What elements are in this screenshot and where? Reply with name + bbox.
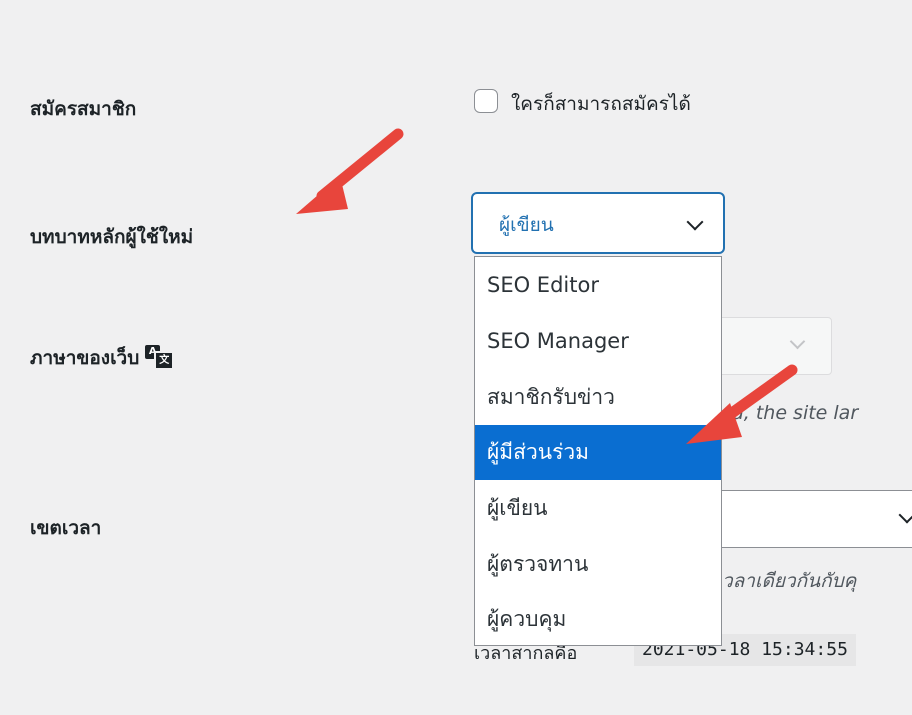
role-option-author[interactable]: ผู้เขียน xyxy=(475,481,721,536)
membership-label: สมัครสมาชิก xyxy=(30,98,137,120)
site-language-label-row: ภาษาของเว็บ A 文 xyxy=(30,343,175,373)
timezone-label: เขตเวลา xyxy=(30,517,102,539)
new-user-role-selected-value: ผู้เขียน xyxy=(499,214,554,236)
site-language-description: ed, the site lar xyxy=(720,402,859,424)
role-option-subscriber[interactable]: สมาชิกรับข่าว xyxy=(475,370,721,425)
translate-icon: A文 xyxy=(145,345,175,370)
role-option-administrator[interactable]: ผู้ควบคุม xyxy=(475,592,721,645)
chevron-down-icon xyxy=(686,213,704,231)
new-user-role-select[interactable]: ผู้เขียน xyxy=(472,193,724,253)
role-option-editor[interactable]: ผู้ตรวจทาน xyxy=(475,537,721,592)
red-pointer-arrow xyxy=(296,128,404,214)
chevron-down-icon xyxy=(898,506,912,524)
role-option-seo-manager[interactable]: SEO Manager xyxy=(475,314,721,369)
site-language-label: ภาษาของเว็บ xyxy=(30,347,140,369)
role-option-contributor[interactable]: ผู้มีส่วนร่วม xyxy=(475,425,721,480)
chevron-down-icon xyxy=(789,333,806,350)
new-user-role-label: บทบาทหลักผู้ใช้ใหม่ xyxy=(30,226,194,248)
timezone-select[interactable] xyxy=(700,490,912,548)
role-option-seo-editor[interactable]: SEO Editor xyxy=(475,258,721,313)
membership-checkbox-label[interactable]: ใครก็สามารถสมัครได้ xyxy=(511,89,691,119)
role-dropdown-list: SEO Editor SEO Manager สมาชิกรับข่าว ผู้… xyxy=(474,256,722,646)
membership-checkbox[interactable] xyxy=(474,89,498,113)
settings-panel: สมัครสมาชิก บทบาทหลักผู้ใช้ใหม่ ภาษาของเ… xyxy=(0,0,912,715)
timezone-description: วลาเดียวกันกับคุ xyxy=(722,570,857,592)
